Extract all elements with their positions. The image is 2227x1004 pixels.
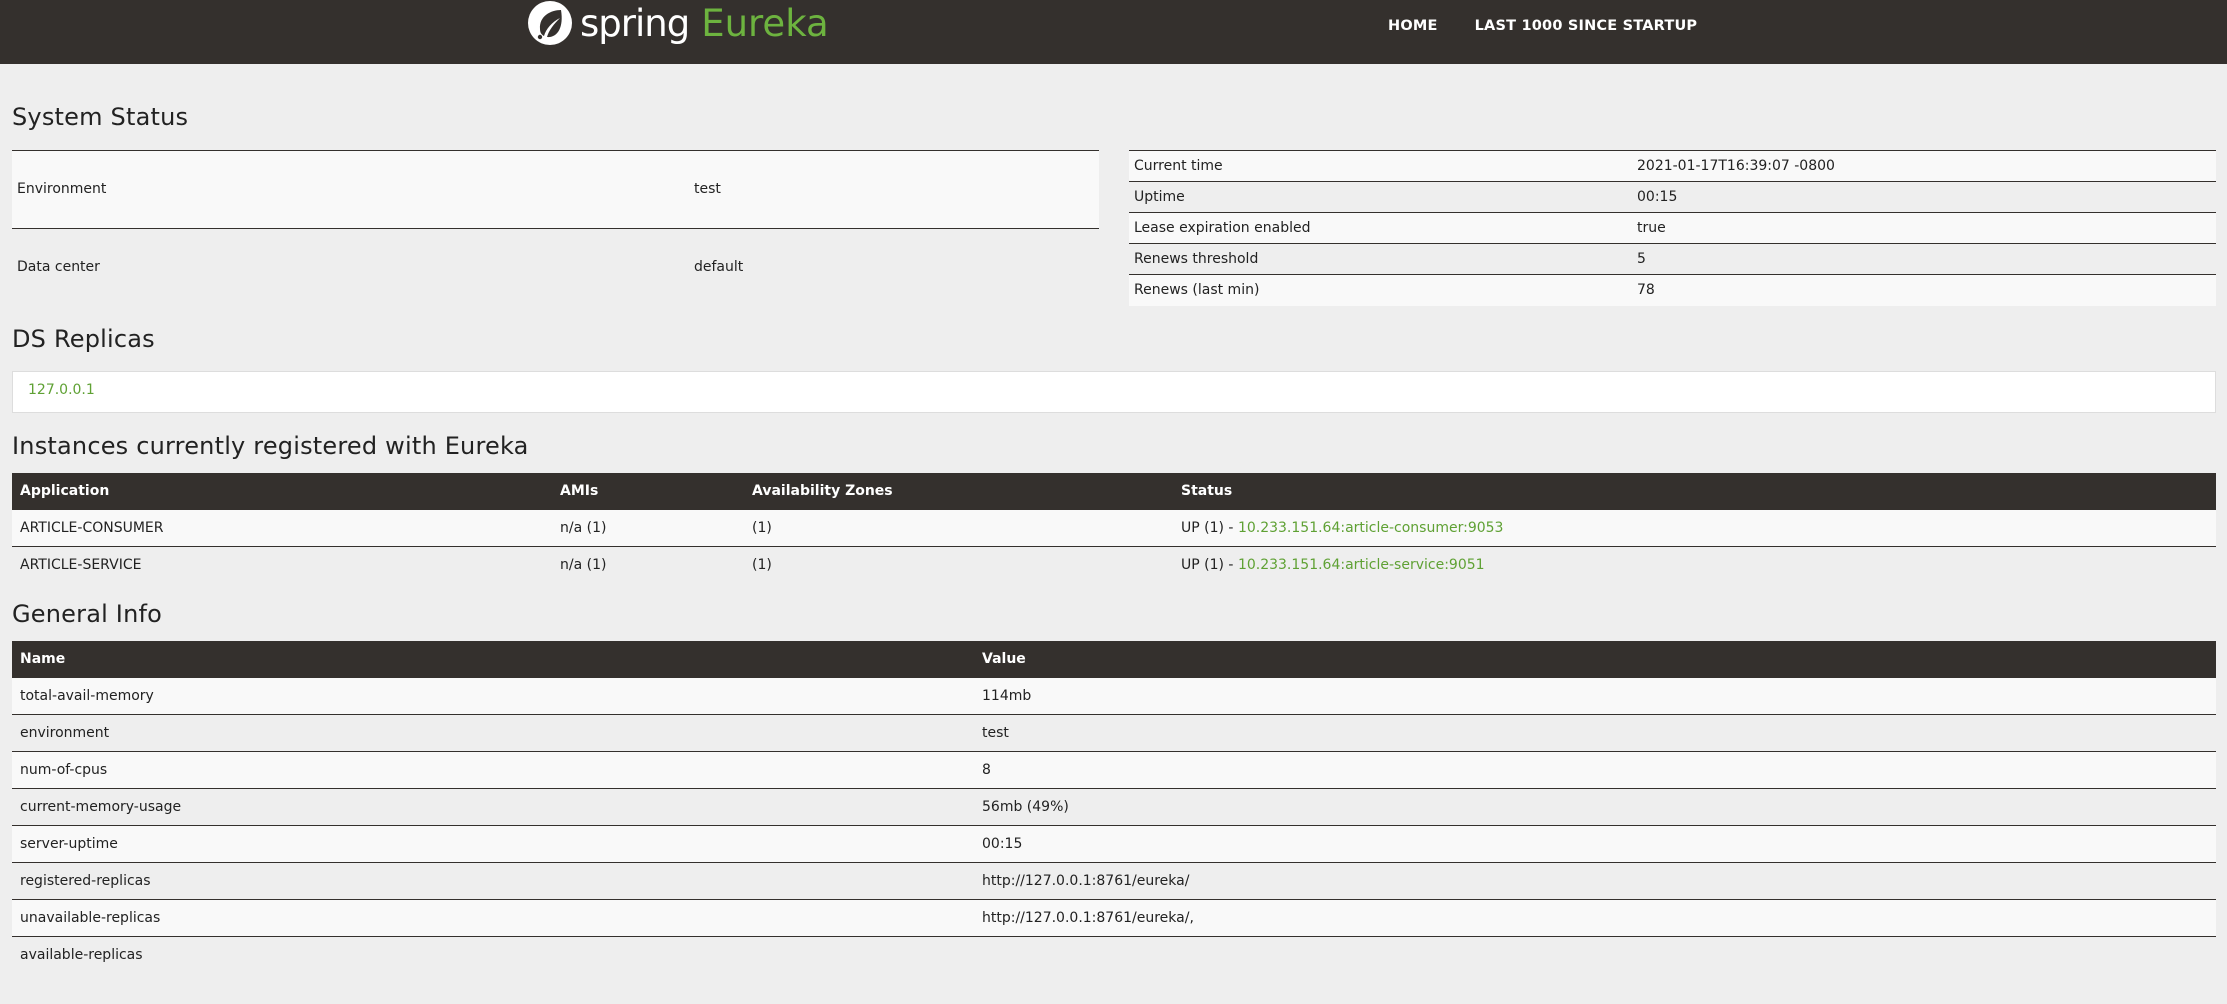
status-value: true [1632,212,2216,244]
info-name: registered-replicas [12,862,974,900]
column-header: Availability Zones [744,472,1173,510]
table-row: environment test [12,714,2216,752]
info-name: total-avail-memory [12,677,974,715]
status-label: Current time [1129,150,1632,182]
table-row: Renews (last min) 78 [1129,274,2216,306]
table-row: Renews threshold 5 [1129,243,2216,275]
status-cell: UP (1) - 10.233.151.64:article-consumer:… [1173,509,2216,547]
status-label: Data center [12,228,689,306]
system-status-tables: Environment test Data center default Cur… [12,150,2216,306]
ds-replicas-title: DS Replicas [12,324,155,353]
application-cell: ARTICLE-CONSUMER [12,509,552,547]
status-prefix: UP (1) - [1181,557,1238,574]
application-cell: ARTICLE-SERVICE [12,546,552,584]
status-label: Uptime [1129,181,1632,213]
status-prefix: UP (1) - [1181,520,1238,536]
instance-link[interactable]: 10.233.151.64:article-service:9051 [1238,557,1485,573]
system-status-title: System Status [12,103,189,131]
status-cell: UP (1) - 10.233.151.64:article-service:9… [1173,546,2216,584]
instances-title: Instances currently registered with Eure… [12,431,529,460]
table-row: available-replicas [12,936,2216,974]
zones-cell: (1) [744,546,1173,584]
amis-cell: n/a (1) [552,546,744,584]
brand-eureka-text: Eureka [701,1,829,45]
amis-cell: n/a (1) [552,509,744,547]
info-name: server-uptime [12,825,974,863]
system-status-right-table: Current time 2021-01-17T16:39:07 -0800 U… [1129,150,2216,306]
info-value: 8 [974,751,2216,789]
info-name: available-replicas [12,936,974,974]
info-value: 00:15 [974,825,2216,863]
column-header: Name [12,640,974,678]
top-navbar: spring Eureka HOME LAST 1000 SINCE START… [0,0,2227,64]
main-content: System Status Environment test Data cent… [12,64,2216,974]
status-value: 2021-01-17T16:39:07 -0800 [1632,150,2216,182]
status-value: test [689,150,1099,229]
info-value: http://127.0.0.1:8761/eureka/, [974,899,2216,937]
table-row: registered-replicas http://127.0.0.1:876… [12,862,2216,900]
status-label: Lease expiration enabled [1129,212,1632,244]
table-row: Environment test [12,150,1099,229]
instance-link[interactable]: 10.233.151.64:article-consumer:9053 [1238,520,1504,536]
status-label: Environment [12,150,689,229]
column-header: Application [12,472,552,510]
status-label: Renews (last min) [1129,274,1632,306]
column-header: Value [974,640,2216,678]
replica-link[interactable]: 127.0.0.1 [28,382,95,398]
table-row: ARTICLE-CONSUMER n/a (1) (1) UP (1) - 10… [12,509,2216,547]
table-row: Uptime 00:15 [1129,181,2216,213]
ds-replicas-list: 127.0.0.1 [12,370,2216,413]
brand-spring-text: spring [580,1,690,45]
instances-table: Application AMIs Availability Zones Stat… [12,472,2216,584]
table-row: ARTICLE-SERVICE n/a (1) (1) UP (1) - 10.… [12,546,2216,584]
table-row: Current time 2021-01-17T16:39:07 -0800 [1129,150,2216,182]
nav-home-link[interactable]: HOME [1388,18,1438,34]
table-row: total-avail-memory 114mb [12,677,2216,715]
column-header: AMIs [552,472,744,510]
spring-leaf-icon [527,0,573,46]
status-value: 78 [1632,274,2216,306]
status-value: default [689,228,1099,306]
status-label: Renews threshold [1129,243,1632,275]
info-value: test [974,714,2216,752]
table-row: current-memory-usage 56mb (49%) [12,788,2216,826]
info-value: http://127.0.0.1:8761/eureka/ [974,862,2216,900]
table-header-row: Application AMIs Availability Zones Stat… [12,472,2216,510]
zones-cell: (1) [744,509,1173,547]
table-row: unavailable-replicas http://127.0.0.1:87… [12,899,2216,937]
info-value: 56mb (49%) [974,788,2216,826]
table-row: num-of-cpus 8 [12,751,2216,789]
table-row: Lease expiration enabled true [1129,212,2216,244]
info-name: unavailable-replicas [12,899,974,937]
table-header-row: Name Value [12,640,2216,678]
status-value: 5 [1632,243,2216,275]
info-name: num-of-cpus [12,751,974,789]
info-name: current-memory-usage [12,788,974,826]
general-info-table: Name Value total-avail-memory 114mb envi… [12,640,2216,974]
column-header: Status [1173,472,2216,510]
brand-logo-link[interactable]: spring Eureka [527,0,829,46]
info-name: environment [12,714,974,752]
table-row: server-uptime 00:15 [12,825,2216,863]
general-info-title: General Info [12,599,163,628]
nav-links: HOME LAST 1000 SINCE STARTUP [1388,18,1734,34]
system-status-left-table: Environment test Data center default [12,150,1099,306]
status-value: 00:15 [1632,181,2216,213]
nav-last-1000-link[interactable]: LAST 1000 SINCE STARTUP [1475,18,1698,34]
info-value [974,936,2216,974]
table-row: Data center default [12,228,1099,306]
info-value: 114mb [974,677,2216,715]
